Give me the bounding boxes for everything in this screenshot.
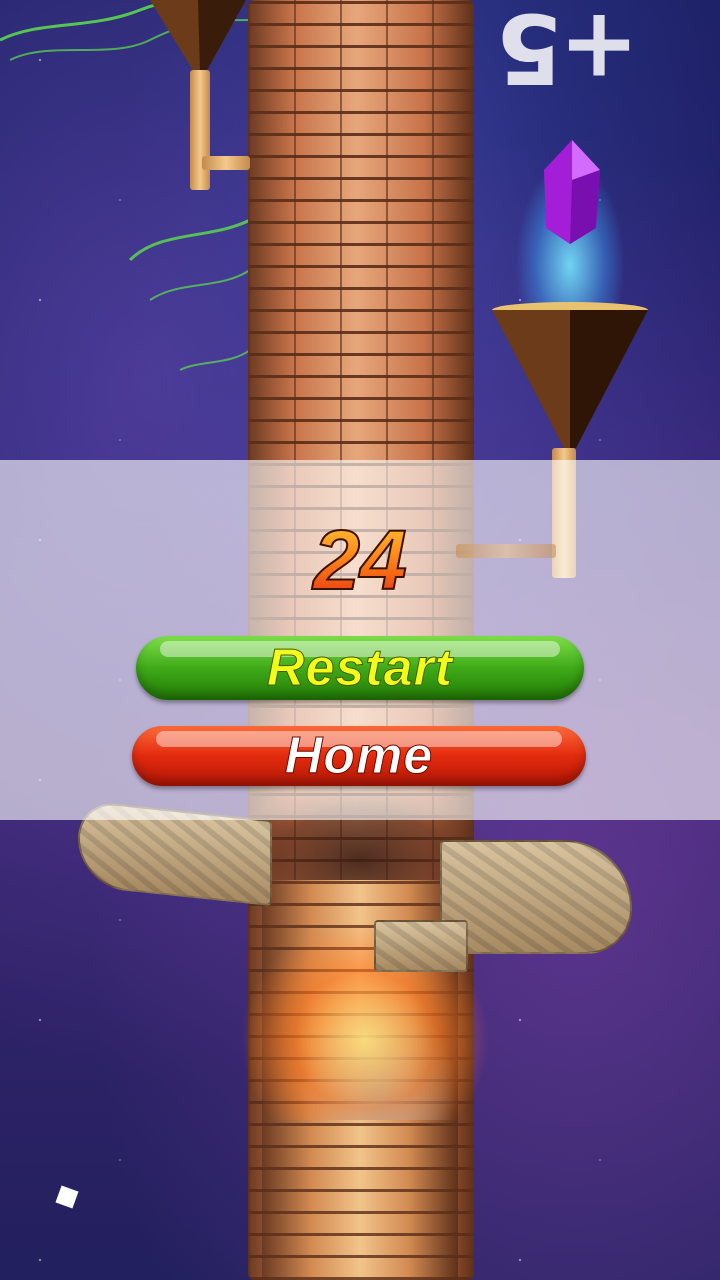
game-screen: +5 24 Restart Home [0, 0, 720, 1280]
funnel-arm [202, 156, 250, 170]
purple-gem-icon [544, 140, 600, 244]
restart-button-label: Restart [266, 639, 454, 698]
home-button-label: Home [284, 727, 434, 786]
stone-platform [440, 840, 632, 954]
funnel-stick [190, 70, 210, 190]
restart-button[interactable]: Restart [136, 636, 584, 700]
funnel-icon [150, 0, 246, 72]
home-button[interactable]: Home [132, 726, 586, 786]
score-display: 24 [0, 510, 720, 610]
stone-platform [374, 920, 468, 972]
funnel-icon [492, 302, 648, 448]
bonus-popup-text: +5 [500, 0, 640, 104]
